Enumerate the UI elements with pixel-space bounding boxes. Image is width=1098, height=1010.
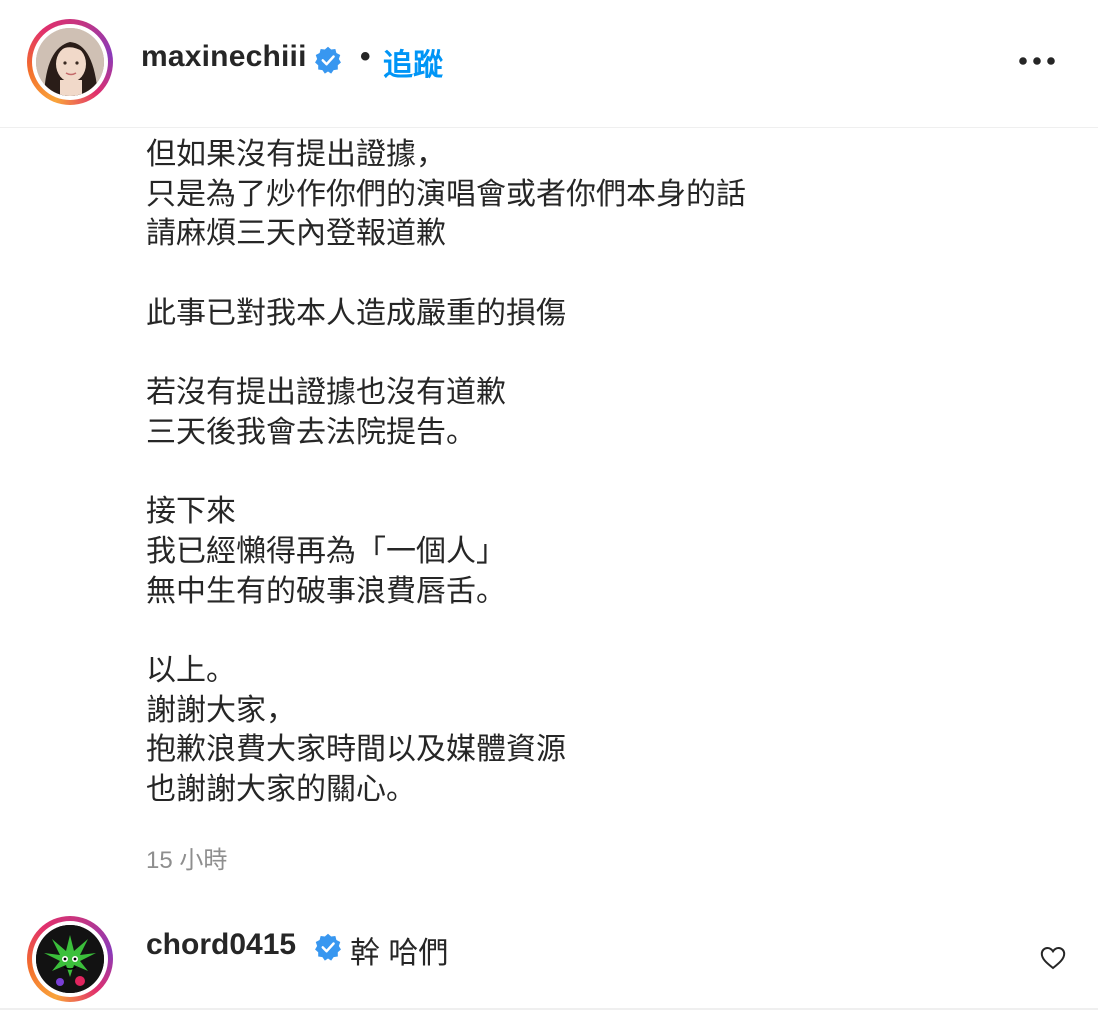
post-header: maxinechiii • 追蹤	[0, 0, 1098, 128]
caption-line: 三天後我會去法院提告。	[146, 415, 476, 449]
caption-line: 但如果沒有提出證據，	[146, 138, 446, 171]
caption-line: 抱歉浪費大家時間以及媒體資源	[146, 733, 566, 767]
commenter-avatar[interactable]	[27, 916, 113, 1002]
caption-line: 我已經懶得再為「一個人」	[146, 534, 506, 568]
caption-line: 此事已對我本人造成嚴重的損傷	[146, 296, 566, 330]
comment-text: 幹 哈們	[350, 937, 449, 970]
verified-badge-icon	[315, 46, 341, 74]
caption-line: 只是為了炒作你們的演唱會或者你們本身的話	[146, 177, 746, 211]
heart-icon[interactable]	[1040, 946, 1066, 970]
more-options-icon[interactable]	[1018, 54, 1056, 68]
post-timestamp[interactable]: 15 小時	[146, 840, 227, 875]
caption-line: 也謝謝大家的關心。	[146, 773, 416, 806]
caption-line: 請麻煩三天內登報道歉	[146, 217, 446, 251]
caption-line: 以上。	[146, 653, 236, 687]
commenter-username[interactable]: chord0415	[146, 928, 296, 962]
caption-line: 若沒有提出證據也沒有道歉	[146, 376, 506, 410]
commenter-avatar-image	[36, 925, 104, 993]
caption-line: 無中生有的破事浪費唇舌。	[146, 574, 506, 608]
caption-line: 謝謝大家，	[146, 693, 296, 727]
caption-line: 接下來	[146, 495, 236, 529]
follow-button[interactable]: 追蹤	[383, 40, 443, 84]
author-username[interactable]: maxinechiii	[141, 40, 307, 74]
verified-badge-icon	[315, 933, 341, 961]
author-avatar[interactable]	[27, 19, 113, 105]
author-avatar-photo	[36, 28, 104, 96]
post-caption: 但如果沒有提出證據， 只是為了炒作你們的演唱會或者你們本身的話 請麻煩三天內登報道歉…	[146, 135, 746, 810]
header-separator: •	[360, 40, 371, 73]
